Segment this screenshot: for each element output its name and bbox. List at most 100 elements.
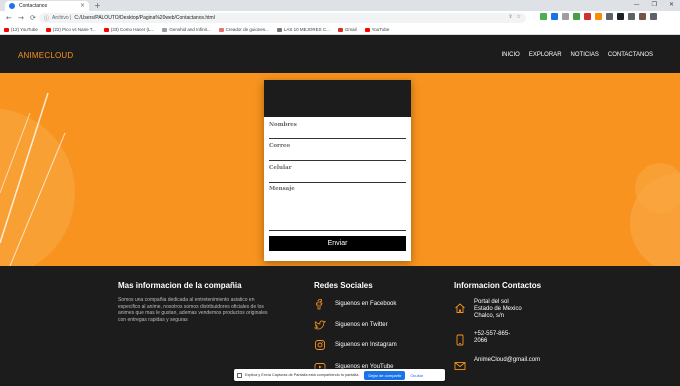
reload-button[interactable]: ⟳ [30, 14, 36, 22]
bookmark-favicon-icon [276, 27, 282, 32]
address-line-3: Chalco, s/n [474, 313, 505, 319]
bookmark-favicon-icon [162, 27, 168, 32]
bookmark-favicon-icon [337, 27, 343, 32]
bookmark-favicon-icon [364, 27, 370, 32]
site-menu: INICIO EXPLORAR NOTICIAS CONTACTANOS [502, 52, 654, 58]
social-facebook[interactable]: Siguenos en Facebook [314, 298, 396, 310]
bookmark-label: YouTube [371, 27, 390, 32]
phone-line-2: 2066 [474, 338, 488, 344]
bookmark-item[interactable]: (33) Como Hacer (L... [103, 27, 155, 32]
name-label: Nombres [269, 122, 297, 128]
bookmark-item[interactable]: Creador de guiones... [218, 27, 269, 32]
minimize-button[interactable]: — [634, 1, 640, 8]
site-footer: Mas informacion de la compañia Somos una… [0, 266, 680, 386]
home-icon [454, 299, 466, 313]
extension-icon[interactable] [650, 13, 657, 20]
maximize-button[interactable]: ❐ [652, 1, 657, 8]
phone-field[interactable] [269, 182, 406, 183]
extension-icon[interactable] [584, 13, 591, 20]
bookmark-favicon-icon [103, 27, 109, 32]
bookmark-item[interactable]: Genshid and Infinit... [162, 27, 211, 32]
bookmark-item[interactable]: LAS 10 MEJORES C... [276, 27, 330, 32]
tab-close-icon[interactable]: × [80, 2, 85, 9]
contact-email: AnimeCloud@gmail.com [454, 357, 540, 370]
menu-item-explorar[interactable]: EXPLORAR [529, 52, 562, 58]
extension-icon[interactable] [606, 13, 613, 20]
extension-icon[interactable] [562, 13, 569, 20]
email-label: Correo [269, 143, 291, 149]
close-window-button[interactable]: ✕ [669, 1, 674, 8]
email-field[interactable] [269, 160, 406, 161]
site-logo[interactable]: ANIMECLOUD [18, 51, 73, 60]
name-field[interactable] [269, 138, 406, 139]
menu-item-noticias[interactable]: NOTICIAS [571, 52, 599, 58]
extension-icon[interactable] [551, 13, 558, 20]
bookmark-label: Genshid and Infinit... [169, 27, 211, 32]
browser-tab-strip: Contactanos × + — ❐ ✕ [0, 0, 680, 11]
bookmarks-bar: (12) YouTube (22) Pico vs Nane T... (33) C… [0, 25, 680, 35]
screen-share-notification: Explica y Envía Capturas de Pantalla est… [234, 369, 445, 381]
mail-icon [454, 357, 466, 370]
address-url[interactable]: C:/Users/PALOUTO/Desktop/Pagina%20web/Co… [74, 15, 214, 21]
extension-icon[interactable] [617, 13, 624, 20]
contact-form: Nombres Correo Celular Mensaje Enviar [264, 80, 411, 261]
extension-icon[interactable] [573, 13, 580, 20]
instagram-icon [314, 339, 326, 351]
extension-icon[interactable] [595, 13, 602, 20]
bookmark-label: (12) YouTube [11, 27, 38, 32]
info-icon[interactable]: ⓘ [44, 15, 49, 22]
address-scheme-label: Archivo | [52, 15, 72, 21]
extension-icon[interactable] [639, 13, 646, 20]
address-text: Portal del sol Estado de Mexico Chalco, … [474, 299, 522, 320]
bookmark-star-icon[interactable]: ☆ [517, 14, 521, 20]
extension-icon[interactable] [628, 13, 635, 20]
globe-icon [9, 3, 15, 9]
bookmark-item[interactable]: (12) YouTube [4, 27, 38, 32]
phone-icon [454, 331, 466, 346]
bookmark-favicon-icon [4, 27, 9, 32]
bookmark-label: (33) Como Hacer (L... [110, 27, 155, 32]
menu-item-inicio[interactable]: INICIO [502, 52, 520, 58]
contact-phone: +52-557-865- 2066 [454, 331, 510, 346]
extensions-bar [540, 13, 657, 20]
bookmark-item[interactable]: Gmail [337, 27, 357, 32]
share-notification-text: Explica y Envía Capturas de Pantalla est… [245, 373, 360, 377]
email-text[interactable]: AnimeCloud@gmail.com [474, 357, 540, 364]
twitter-icon [314, 319, 326, 331]
about-text: Somos una compañia dedicada al entreteni… [118, 297, 268, 323]
extension-icon[interactable] [540, 13, 547, 20]
address-line-1: Portal del sol [474, 299, 509, 305]
bookmark-label: Gmail [344, 27, 357, 32]
bookmark-favicon-icon [45, 27, 51, 32]
share-screen-icon [237, 372, 242, 378]
hide-notification-link[interactable]: Ocultar [410, 373, 423, 378]
message-textarea[interactable] [269, 187, 406, 231]
social-title: Redes Sociales [314, 281, 373, 290]
browser-tab-contactanos[interactable]: Contactanos × [5, 1, 89, 11]
back-button[interactable]: ← [6, 14, 12, 22]
send-button[interactable]: Enviar [269, 236, 406, 251]
stop-sharing-button[interactable]: Dejar de compartir [364, 370, 406, 380]
social-instagram[interactable]: Siguenos en Instagram [314, 339, 397, 351]
contact-address: Portal del sol Estado de Mexico Chalco, … [454, 299, 522, 320]
forward-button[interactable]: → [18, 14, 24, 22]
site-navbar: ANIMECLOUD INICIO EXPLORAR NOTICIAS CONT… [0, 35, 680, 73]
address-bar[interactable]: ⓘ Archivo | C:/Users/PALOUTO/Desktop/Pag… [39, 13, 526, 23]
social-facebook-label: Siguenos en Facebook [335, 301, 397, 307]
about-title: Mas informacion de la compañia [118, 281, 242, 290]
bookmark-label: LAS 10 MEJORES C... [283, 27, 330, 32]
bookmark-item[interactable]: (22) Pico vs Nane T... [45, 27, 96, 32]
social-twitter[interactable]: Siguenos en Twitter [314, 319, 388, 331]
new-tab-button[interactable]: + [94, 1, 101, 10]
bookmark-favicon-icon [218, 27, 224, 32]
bookmark-label: (22) Pico vs Nane T... [52, 27, 96, 32]
share-icon[interactable]: ⇪ [508, 14, 512, 20]
menu-item-contactanos[interactable]: CONTACTANOS [608, 52, 653, 58]
page-viewport: ANIMECLOUD INICIO EXPLORAR NOTICIAS CONT… [0, 35, 680, 386]
address-line-2: Estado de Mexico [474, 306, 522, 312]
hand-cursor-icon: ☝ [373, 243, 379, 253]
window-controls: — ❐ ✕ [634, 1, 674, 8]
social-instagram-label: Siguenos en Instagram [335, 342, 397, 348]
facebook-icon [314, 298, 326, 310]
bookmark-item[interactable]: YouTube [364, 27, 390, 32]
